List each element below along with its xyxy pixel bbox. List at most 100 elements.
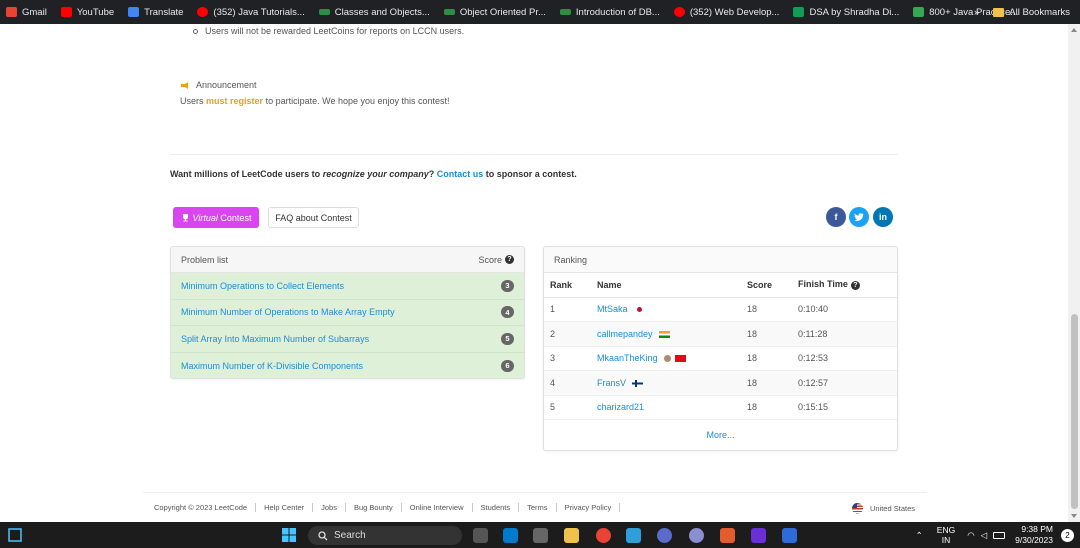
translate-icon: [128, 7, 140, 17]
youtube-icon: [60, 7, 72, 17]
facebook-icon[interactable]: f: [826, 207, 846, 227]
score-badge: 4: [501, 306, 514, 319]
app-a-icon[interactable]: [657, 528, 672, 543]
problem-row[interactable]: Minimum Operations to Collect Elements 3: [171, 273, 524, 300]
search-icon: [318, 530, 328, 540]
bookmark-oop[interactable]: Object Oriented Pr...: [443, 7, 546, 18]
page-scrollbar[interactable]: [1068, 24, 1080, 522]
todo-icon[interactable]: [782, 528, 797, 543]
scroll-down-icon[interactable]: [1071, 514, 1077, 518]
windows-start-icon[interactable]: [282, 528, 296, 542]
page-footer: Copyright © 2023 LeetCode Help Center Jo…: [143, 492, 927, 522]
trophy-icon: [182, 214, 188, 222]
battery-icon[interactable]: [993, 531, 1006, 539]
bookmark-dsa[interactable]: DSA by Shradha Di...: [793, 7, 899, 18]
scroll-up-icon[interactable]: [1071, 28, 1077, 32]
intellij-icon[interactable]: [751, 528, 766, 543]
system-tray: ⌃ ENG IN ◠ ◁ 9:38 PM 9/30/2023 2: [916, 522, 1074, 548]
medal-icon: [663, 355, 671, 363]
footer-link-terms[interactable]: Terms: [527, 503, 557, 512]
score-column-header: Score: [741, 273, 792, 298]
footer-link-jobs[interactable]: Jobs: [321, 503, 346, 512]
india-flag-icon: [658, 330, 670, 338]
problem-list-panel: Problem list Score? Minimum Operations t…: [170, 246, 525, 379]
file-explorer-icon[interactable]: [564, 528, 579, 543]
practice-icon: [913, 7, 925, 17]
more-ranking-link[interactable]: More...: [544, 420, 897, 440]
problem-row[interactable]: Minimum Number of Operations to Make Arr…: [171, 299, 524, 326]
table-row: 1 MtSaka 18 0:10:40: [544, 297, 897, 322]
contest-page: Users will not be rewarded LeetCoins for…: [0, 24, 1068, 522]
user-link[interactable]: MtSaka: [597, 304, 628, 314]
problem-title-link[interactable]: Minimum Operations to Collect Elements: [181, 281, 344, 291]
turkey-flag-icon: [674, 355, 686, 363]
problem-row[interactable]: Split Array Into Maximum Number of Subar…: [171, 326, 524, 353]
store-icon[interactable]: [533, 528, 548, 543]
announcement-title: Announcement: [180, 80, 257, 90]
ranking-table: Rank Name Score Finish Time? 1 MtSaka 18…: [544, 273, 897, 420]
contact-us-link[interactable]: Contact us: [437, 169, 484, 179]
scroll-thumb[interactable]: [1071, 314, 1078, 509]
bookmarks-overflow-button[interactable]: »: [974, 7, 979, 18]
task-view-icon[interactable]: [473, 528, 488, 543]
problem-title-link[interactable]: Minimum Number of Operations to Make Arr…: [181, 307, 395, 317]
bookmark-youtube[interactable]: YouTube: [60, 7, 114, 18]
all-bookmarks-button[interactable]: All Bookmarks: [1009, 7, 1070, 18]
app-l-icon[interactable]: [626, 528, 641, 543]
user-link[interactable]: MkaanTheKing: [597, 353, 658, 363]
linkedin-icon[interactable]: in: [873, 207, 893, 227]
sheets-icon: [793, 7, 805, 17]
bookmarks-bar: Gmail YouTube Translate (352) Java Tutor…: [0, 0, 1080, 24]
footer-link-privacy-policy[interactable]: Privacy Policy: [565, 503, 621, 512]
notification-badge[interactable]: 2: [1061, 528, 1074, 542]
volume-icon[interactable]: ◁: [981, 530, 988, 541]
help-icon[interactable]: ?: [850, 281, 860, 291]
vscode-icon[interactable]: [503, 528, 518, 543]
table-row: 5 charizard21 18 0:15:15: [544, 395, 897, 420]
footer-link-help-center[interactable]: Help Center: [264, 503, 314, 512]
twitter-icon[interactable]: [849, 207, 869, 227]
footer-link-students[interactable]: Students: [481, 503, 520, 512]
score-badge: 3: [501, 279, 514, 292]
bookmark-classes-objects[interactable]: Classes and Objects...: [318, 7, 430, 18]
app-minus-icon[interactable]: [689, 528, 704, 543]
bookmark-translate[interactable]: Translate: [128, 7, 183, 18]
ranking-header: Ranking: [544, 247, 897, 273]
table-row: 4 FransV 18 0:12:57: [544, 370, 897, 396]
us-flag-icon: [851, 502, 863, 514]
footer-link-bug-bounty[interactable]: Bug Bounty: [354, 503, 402, 512]
gfg-icon: [559, 9, 571, 15]
problem-title-link[interactable]: Split Array Into Maximum Number of Subar…: [181, 334, 369, 344]
finish-time-column-header: Finish Time?: [792, 273, 897, 298]
chevron-up-icon[interactable]: ⌃: [916, 530, 923, 541]
megaphone-icon: [181, 81, 188, 89]
user-link[interactable]: FransV: [597, 378, 626, 388]
faq-contest-button[interactable]: FAQ about Contest: [268, 207, 359, 228]
clock[interactable]: 9:38 PM 9/30/2023: [1015, 524, 1053, 546]
gfg-icon: [318, 9, 330, 15]
taskbar-left-icon[interactable]: [8, 528, 22, 542]
youtube-icon: [673, 7, 685, 17]
language-indicator[interactable]: ENG IN: [937, 525, 955, 545]
bookmark-gmail[interactable]: Gmail: [6, 7, 47, 18]
name-column-header: Name: [591, 273, 741, 298]
user-link[interactable]: callmepandey: [597, 329, 653, 339]
problem-title-link[interactable]: Maximum Number of K-Divisible Components: [181, 361, 363, 371]
table-row: 3 MkaanTheKing 18 0:12:53: [544, 346, 897, 371]
ranking-panel: Ranking Rank Name Score Finish Time? 1 M…: [543, 246, 898, 451]
wifi-icon[interactable]: ◠: [967, 530, 974, 541]
bookmark-dbms[interactable]: Introduction of DB...: [559, 7, 660, 18]
virtual-contest-button[interactable]: Virtual Contest: [173, 207, 259, 228]
app-hex-icon[interactable]: [720, 528, 735, 543]
problem-row[interactable]: Maximum Number of K-Divisible Components…: [171, 352, 524, 378]
bookmark-web-dev[interactable]: (352) Web Develop...: [673, 7, 779, 18]
taskbar-search[interactable]: Search: [308, 526, 462, 545]
region-selector[interactable]: United States: [851, 493, 915, 522]
gfg-icon: [443, 9, 455, 15]
user-link[interactable]: charizard21: [597, 402, 644, 412]
chrome-icon[interactable]: [596, 528, 611, 543]
register-link[interactable]: must register: [206, 96, 263, 106]
bookmark-java-tutorials[interactable]: (352) Java Tutorials...: [197, 7, 305, 18]
help-icon[interactable]: ?: [505, 255, 514, 264]
footer-link-online-interview[interactable]: Online Interview: [410, 503, 473, 512]
